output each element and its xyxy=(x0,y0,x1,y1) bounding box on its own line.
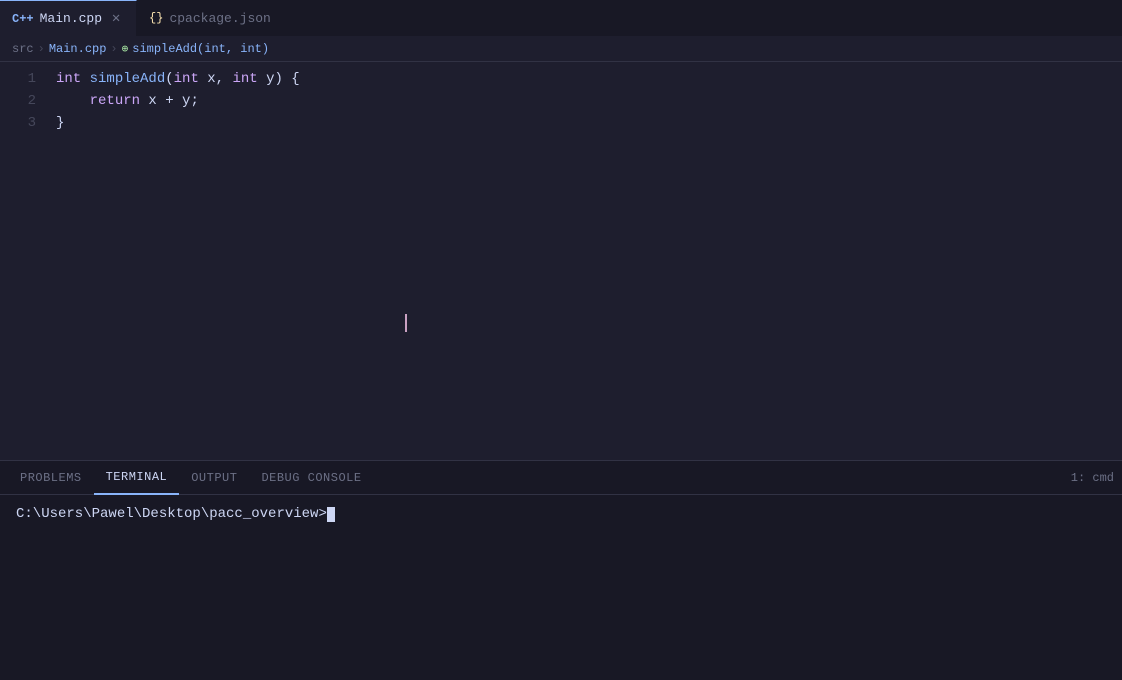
line-number-2: 2 xyxy=(8,90,36,112)
token-close-brace: } xyxy=(56,112,64,134)
tab-output[interactable]: OUTPUT xyxy=(179,461,249,495)
token-int-1: int xyxy=(56,68,81,90)
token-xy: x + y; xyxy=(140,90,199,112)
text-cursor xyxy=(405,314,407,332)
token-int-2: int xyxy=(174,68,199,90)
tab-main-cpp-label: Main.cpp xyxy=(40,11,102,26)
token-x: x, xyxy=(199,68,233,90)
token-simpleadd: simpleAdd xyxy=(90,68,166,90)
code-line-2: return x + y; xyxy=(56,90,1122,112)
token-space-1 xyxy=(81,68,89,90)
terminal-badge-label: 1: cmd xyxy=(1071,471,1114,485)
terminal-cursor xyxy=(327,507,335,522)
panel-tabs: PROBLEMS TERMINAL OUTPUT DEBUG CONSOLE 1… xyxy=(0,461,1122,495)
tab-cpackage-json[interactable]: {} cpackage.json xyxy=(137,0,284,36)
terminal-prompt: C:\Users\Pawel\Desktop\pacc_overview> xyxy=(16,503,1106,525)
breadcrumb: src › Main.cpp › ⊕ simpleAdd(int, int) xyxy=(0,36,1122,62)
function-icon: ⊕ xyxy=(122,42,129,56)
tab-bar: C++ Main.cpp ✕ {} cpackage.json xyxy=(0,0,1122,36)
line-number-3: 3 xyxy=(8,112,36,134)
breadcrumb-sep-1: › xyxy=(38,42,45,56)
breadcrumb-sep-2: › xyxy=(110,42,117,56)
tab-problems-label: PROBLEMS xyxy=(20,471,82,485)
line-number-1: 1 xyxy=(8,68,36,90)
tab-problems[interactable]: PROBLEMS xyxy=(8,461,94,495)
tab-debug-console[interactable]: DEBUG CONSOLE xyxy=(249,461,373,495)
code-lines: int simpleAdd ( int x, int y) { return x… xyxy=(52,68,1122,460)
line-numbers: 1 2 3 xyxy=(0,68,52,460)
token-indent-2 xyxy=(56,90,90,112)
token-paren-open: ( xyxy=(165,68,173,90)
tab-terminal[interactable]: TERMINAL xyxy=(94,461,180,495)
cpp-icon: C++ xyxy=(12,12,34,26)
tab-close-button[interactable]: ✕ xyxy=(108,11,124,27)
panel-area: PROBLEMS TERMINAL OUTPUT DEBUG CONSOLE 1… xyxy=(0,460,1122,680)
tab-terminal-label: TERMINAL xyxy=(106,470,168,484)
terminal-prompt-text: C:\Users\Pawel\Desktop\pacc_overview> xyxy=(16,503,327,525)
breadcrumb-function[interactable]: simpleAdd(int, int) xyxy=(132,42,269,56)
terminal-badge[interactable]: 1: cmd xyxy=(1071,471,1114,485)
breadcrumb-src[interactable]: src xyxy=(12,42,34,56)
tab-cpackage-json-label: cpackage.json xyxy=(169,11,270,26)
tab-main-cpp[interactable]: C++ Main.cpp ✕ xyxy=(0,0,137,36)
token-y-brace: y) { xyxy=(258,68,300,90)
code-line-3: } xyxy=(56,112,1122,134)
editor-area[interactable]: 1 2 3 int simpleAdd ( int x, int y) { re… xyxy=(0,62,1122,460)
breadcrumb-file[interactable]: Main.cpp xyxy=(49,42,107,56)
token-return: return xyxy=(90,90,140,112)
json-icon: {} xyxy=(149,11,163,25)
tab-output-label: OUTPUT xyxy=(191,471,237,485)
tab-debug-console-label: DEBUG CONSOLE xyxy=(261,471,361,485)
token-int-3: int xyxy=(232,68,257,90)
terminal-body[interactable]: C:\Users\Pawel\Desktop\pacc_overview> xyxy=(0,495,1122,680)
code-container: 1 2 3 int simpleAdd ( int x, int y) { re… xyxy=(0,62,1122,460)
code-line-1: int simpleAdd ( int x, int y) { xyxy=(56,68,1122,90)
